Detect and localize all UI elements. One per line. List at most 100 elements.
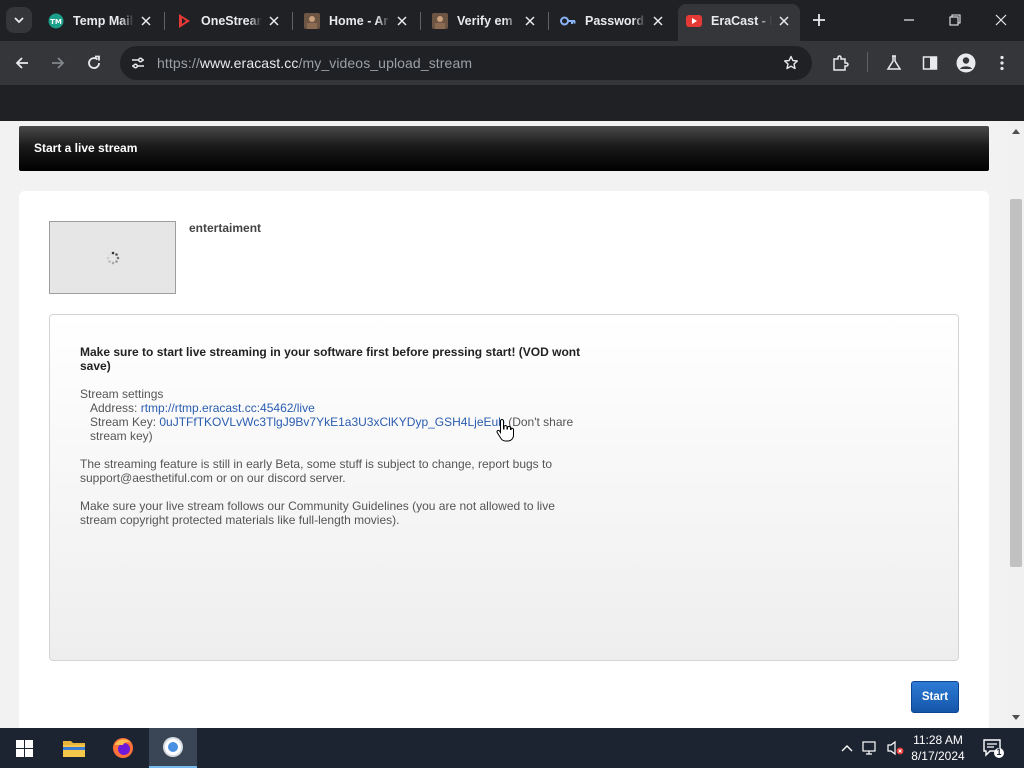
start-warning: Make sure to start live streaming in you… — [80, 345, 581, 373]
tab-label: EraCast - L — [711, 13, 772, 28]
loading-spinner-icon — [106, 251, 120, 265]
extensions-button[interactable] — [826, 49, 854, 77]
stream-settings-heading: Stream settings — [80, 387, 164, 401]
close-icon[interactable] — [266, 13, 282, 29]
stream-info-box: Make sure to start live streaming in you… — [49, 314, 959, 661]
address-value[interactable]: rtmp://rtmp.eracast.cc:45462/live — [141, 401, 315, 415]
bookmark-star-icon[interactable] — [780, 52, 802, 74]
more-vert-icon — [1000, 55, 1004, 71]
clock-time: 11:28 AM — [913, 733, 963, 747]
avatar-favicon — [432, 12, 448, 29]
url-text[interactable]: https://www.eracast.cc/my_videos_upload_… — [157, 55, 472, 71]
hand-pointer-icon — [496, 418, 514, 442]
restore-button[interactable] — [932, 0, 978, 40]
close-icon[interactable] — [394, 13, 410, 29]
windows-taskbar: 11:28 AM 8/17/2024 1 — [0, 728, 1024, 768]
svg-text:TM: TM — [50, 18, 62, 26]
tab-onestream[interactable]: OneStream — [168, 6, 290, 35]
avatar-favicon — [304, 12, 320, 29]
taskbar-clock[interactable]: 11:28 AM 8/17/2024 — [905, 732, 971, 764]
tab-verify-email[interactable]: Verify em — [424, 6, 546, 35]
account-icon — [956, 53, 976, 73]
tab-search-button[interactable] — [6, 7, 32, 33]
start-stream-button[interactable]: Start — [911, 681, 959, 713]
labs-button[interactable] — [880, 49, 908, 77]
taskbar-firefox[interactable] — [99, 728, 147, 768]
stream-thumbnail[interactable] — [49, 221, 176, 294]
youtube-favicon — [686, 13, 702, 29]
stream-key-label: Stream Key: — [90, 415, 157, 429]
back-button[interactable] — [8, 49, 36, 77]
new-tab-button[interactable] — [806, 7, 832, 33]
stream-card: entertaiment Make sure to start live str… — [19, 191, 989, 728]
browser-toolbar: https://www.eracast.cc/my_videos_upload_… — [0, 41, 1024, 85]
tempmail-favicon: TM — [48, 13, 64, 29]
side-panel-icon — [922, 56, 938, 70]
profile-button[interactable] — [952, 49, 980, 77]
chrome-menu-button[interactable] — [988, 49, 1016, 77]
browser-tab-strip: TM Temp Mail OneStream Home - Ar Verify … — [0, 0, 1024, 41]
key-favicon — [560, 13, 576, 29]
reload-button[interactable] — [80, 49, 108, 77]
page-viewport: Start a live stream entertaiment Make su… — [0, 121, 1008, 728]
taskbar-chrome[interactable] — [149, 728, 197, 768]
minimize-button[interactable] — [886, 0, 932, 40]
stream-address-row: Address: rtmp://rtmp.eracast.cc:45462/li… — [80, 401, 590, 415]
tab-label: Password — [585, 13, 645, 28]
tab-eracast[interactable]: EraCast - L — [678, 4, 800, 41]
notification-count-badge: 1 — [996, 747, 1002, 757]
site-header-bar — [0, 85, 1024, 121]
taskbar-file-explorer[interactable] — [50, 728, 98, 768]
stream-key-value[interactable]: 0uJTFfTKOVLvWc3TlgJ9Bv7YkE1a3U3xClKYDyp_… — [159, 415, 504, 429]
notification-center-button[interactable]: 1 — [982, 737, 1004, 759]
guidelines-note: Make sure your live stream follows our C… — [80, 499, 555, 527]
firefox-icon — [113, 738, 133, 758]
side-panel-button[interactable] — [916, 49, 944, 77]
tray-overflow-chevron-icon[interactable] — [838, 738, 856, 758]
tab-label: OneStream — [201, 13, 262, 28]
url-path: /my_videos_upload_stream — [298, 55, 473, 71]
flask-icon — [886, 55, 902, 70]
address-label: Address: — [90, 401, 138, 415]
triangle-up-icon — [1012, 129, 1020, 134]
windows-logo-icon — [15, 739, 33, 757]
tab-label: Verify em — [457, 13, 513, 28]
scroll-down-arrow[interactable] — [1008, 710, 1024, 726]
close-window-button[interactable] — [978, 0, 1024, 40]
close-icon — [995, 14, 1007, 26]
forward-button[interactable] — [44, 49, 72, 77]
tab-temp-mail[interactable]: TM Temp Mail — [40, 6, 162, 35]
panel-header: Start a live stream — [19, 126, 989, 171]
toolbar-divider — [867, 52, 868, 72]
close-icon[interactable] — [522, 13, 538, 29]
tab-separator — [164, 12, 165, 30]
start-menu-button[interactable] — [0, 728, 48, 768]
minimize-icon — [904, 19, 914, 21]
page-scrollbar[interactable] — [1008, 121, 1024, 728]
tab-home[interactable]: Home - Ar — [296, 6, 418, 35]
beta-note: The streaming feature is still in early … — [80, 457, 553, 485]
site-settings-icon[interactable] — [129, 54, 147, 72]
close-icon[interactable] — [650, 13, 666, 29]
arrow-right-icon — [52, 57, 65, 69]
scroll-up-arrow[interactable] — [1008, 123, 1024, 139]
restore-icon — [949, 14, 961, 26]
folder-icon — [63, 741, 85, 757]
chrome-icon — [163, 737, 183, 757]
onestream-favicon — [176, 13, 192, 29]
triangle-down-icon — [1012, 715, 1020, 720]
network-icon[interactable] — [862, 738, 880, 758]
address-bar[interactable]: https://www.eracast.cc/my_videos_upload_… — [120, 46, 812, 80]
close-icon[interactable] — [776, 13, 792, 29]
plus-icon — [813, 14, 825, 26]
tab-separator — [292, 12, 293, 30]
tab-password[interactable]: Password — [552, 6, 674, 35]
url-scheme: https:// — [157, 55, 200, 71]
scrollbar-thumb[interactable] — [1010, 199, 1022, 567]
puzzle-icon — [833, 55, 849, 71]
tab-separator — [548, 12, 549, 30]
volume-muted-icon[interactable] — [886, 738, 904, 758]
close-icon[interactable] — [138, 13, 154, 29]
tab-separator — [420, 12, 421, 30]
chevron-down-icon — [14, 17, 24, 24]
